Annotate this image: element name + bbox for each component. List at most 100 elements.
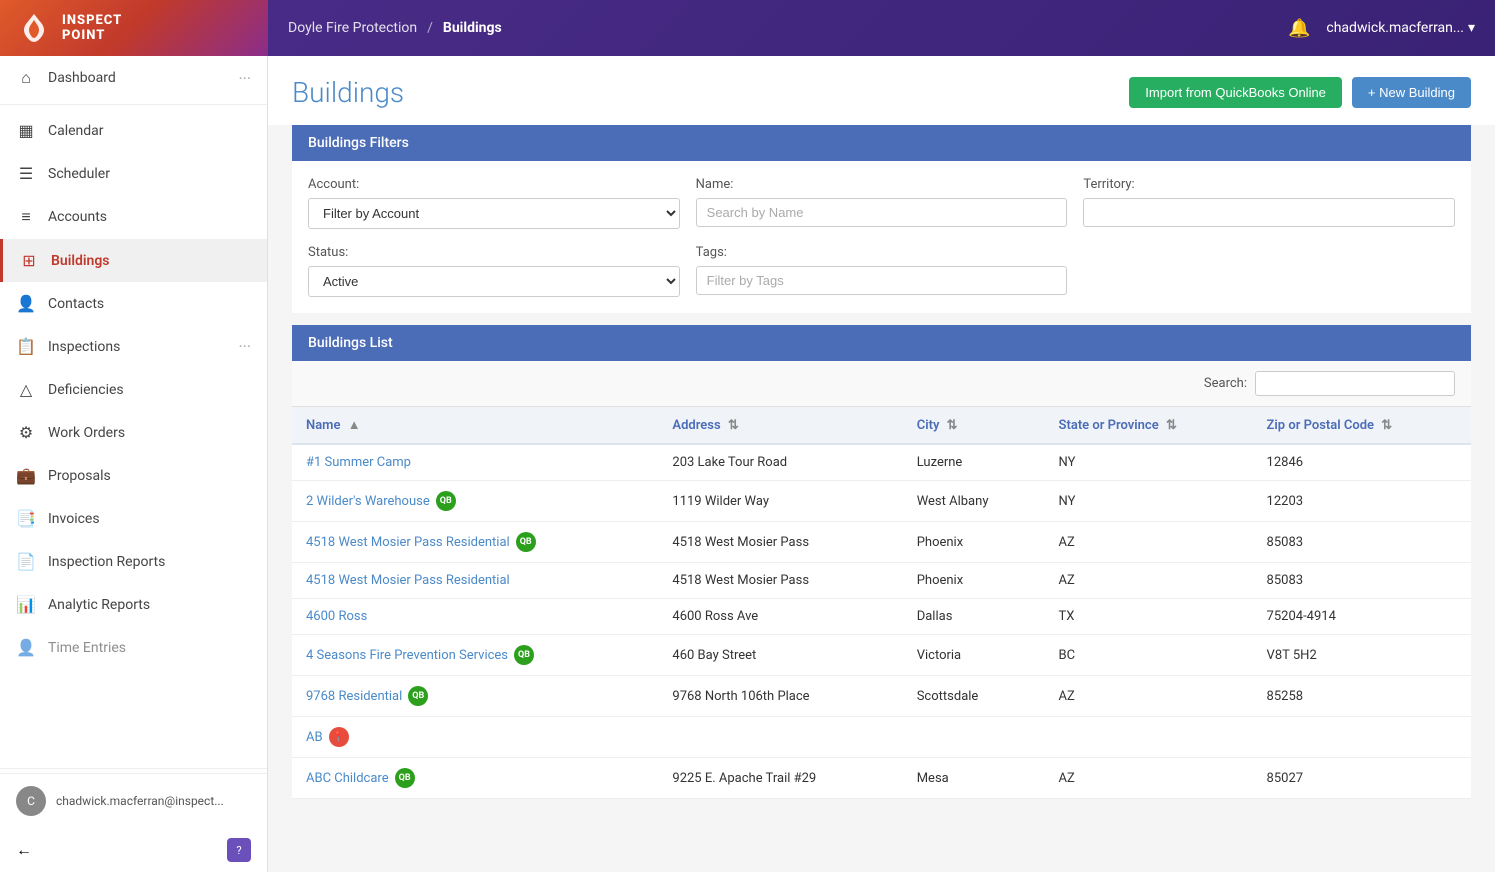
cell-zip xyxy=(1253,717,1471,758)
import-quickbooks-button[interactable]: Import from QuickBooks Online xyxy=(1129,77,1342,108)
sidebar-divider-bottom xyxy=(0,768,267,769)
sidebar-item-accounts[interactable]: ≡ Accounts xyxy=(0,195,267,239)
sidebar-item-label: Buildings xyxy=(51,253,251,269)
more-options-icon[interactable]: ··· xyxy=(238,337,251,356)
sidebar-item-label: Work Orders xyxy=(48,425,251,441)
sidebar-item-scheduler[interactable]: ☰ Scheduler xyxy=(0,152,267,195)
user-name: chadwick.macferran@inspect... xyxy=(56,794,224,808)
cell-name: 2 Wilder's Warehouse QB xyxy=(292,481,658,522)
avatar: C xyxy=(16,786,46,816)
table-row: #1 Summer Camp203 Lake Tour RoadLuzerneN… xyxy=(292,444,1471,481)
table-body: #1 Summer Camp203 Lake Tour RoadLuzerneN… xyxy=(292,444,1471,799)
scheduler-icon: ☰ xyxy=(16,164,36,183)
sort-icon: ⇅ xyxy=(947,418,958,433)
sidebar-item-inspections[interactable]: 📋 Inspections ··· xyxy=(0,325,267,368)
col-address[interactable]: Address ⇅ xyxy=(658,407,902,444)
page-title: Buildings xyxy=(292,76,404,109)
sidebar-item-workorders[interactable]: ⚙ Work Orders xyxy=(0,411,267,454)
help-button[interactable]: ? xyxy=(227,838,251,862)
sidebar-item-label: Time Entries xyxy=(48,640,251,656)
list-search-input[interactable] xyxy=(1255,371,1455,396)
sidebar-item-proposals[interactable]: 💼 Proposals xyxy=(0,454,267,497)
cell-state: AZ xyxy=(1045,676,1253,717)
breadcrumb-parent[interactable]: Doyle Fire Protection xyxy=(288,20,417,36)
sidebar-item-label: Accounts xyxy=(48,209,251,225)
breadcrumb-current: Buildings xyxy=(443,20,502,36)
building-name-link[interactable]: ABC Childcare xyxy=(306,771,389,786)
notification-bell-icon[interactable]: 🔔 xyxy=(1288,18,1310,39)
sidebar-item-buildings[interactable]: ⊞ Buildings xyxy=(0,239,267,282)
sidebar-user-profile[interactable]: C chadwick.macferran@inspect... xyxy=(0,773,267,828)
status-filter-select[interactable]: Active xyxy=(308,266,680,297)
cell-city: Scottsdale xyxy=(903,676,1045,717)
sidebar-item-time-entries[interactable]: 👤 Time Entries xyxy=(0,626,267,669)
building-name-link[interactable]: AB xyxy=(306,730,323,745)
cell-address: 1119 Wilder Way xyxy=(658,481,902,522)
sidebar-item-label: Inspections xyxy=(48,339,226,355)
tags-filter-input[interactable] xyxy=(696,266,1068,295)
cell-zip: 75204-4914 xyxy=(1253,599,1471,635)
back-icon[interactable]: ← xyxy=(16,840,32,860)
calendar-icon: ▦ xyxy=(16,121,36,140)
new-building-button[interactable]: + New Building xyxy=(1352,77,1471,108)
cell-city: Dallas xyxy=(903,599,1045,635)
sidebar-item-contacts[interactable]: 👤 Contacts xyxy=(0,282,267,325)
sidebar-item-analytic-reports[interactable]: 📊 Analytic Reports xyxy=(0,583,267,626)
building-name-link[interactable]: 4518 West Mosier Pass Residential xyxy=(306,573,510,588)
building-name-link[interactable]: 4518 West Mosier Pass Residential xyxy=(306,535,510,550)
table-row: 4518 West Mosier Pass ResidentialQB4518 … xyxy=(292,522,1471,563)
cell-address: 9225 E. Apache Trail #29 xyxy=(658,758,902,799)
col-name[interactable]: Name ▲ xyxy=(292,407,658,444)
col-zip[interactable]: Zip or Postal Code ⇅ xyxy=(1253,407,1471,444)
logo-area: INSPECT POINT xyxy=(0,0,268,56)
account-filter-label: Account: xyxy=(308,177,680,192)
filters-section-header: Buildings Filters xyxy=(292,125,1471,161)
buildings-table: Name ▲ Address ⇅ City ⇅ xyxy=(292,407,1471,799)
cell-address: 4600 Ross Ave xyxy=(658,599,902,635)
cell-zip: 12203 xyxy=(1253,481,1471,522)
quickbooks-badge: QB xyxy=(408,686,428,706)
cell-city: Phoenix xyxy=(903,522,1045,563)
col-city[interactable]: City ⇅ xyxy=(903,407,1045,444)
cell-state: NY xyxy=(1045,444,1253,481)
quickbooks-badge: QB xyxy=(516,532,536,552)
sidebar-item-dashboard[interactable]: ⌂ Dashboard ··· xyxy=(0,56,267,100)
table-row: 9768 ResidentialQB9768 North 106th Place… xyxy=(292,676,1471,717)
sort-icon: ⇅ xyxy=(728,418,739,433)
cell-name: #1 Summer Camp xyxy=(292,444,658,481)
filters-section: Buildings Filters Account: Filter by Acc… xyxy=(292,125,1471,313)
quickbooks-badge: QB xyxy=(436,491,456,511)
account-filter-select[interactable]: Filter by Account xyxy=(308,198,680,229)
territory-filter-input[interactable]: All xyxy=(1083,198,1455,227)
filters-panel: Account: Filter by Account Name: Territo… xyxy=(292,161,1471,313)
cell-address: 4518 West Mosier Pass xyxy=(658,563,902,599)
sidebar-item-inspection-reports[interactable]: 📄 Inspection Reports xyxy=(0,540,267,583)
sidebar-item-deficiencies[interactable]: △ Deficiencies xyxy=(0,368,267,411)
more-options-icon[interactable]: ··· xyxy=(238,69,251,88)
cell-zip: 85083 xyxy=(1253,563,1471,599)
cell-zip: 12846 xyxy=(1253,444,1471,481)
sidebar-item-invoices[interactable]: 📑 Invoices xyxy=(0,497,267,540)
cell-zip: V8T 5H2 xyxy=(1253,635,1471,676)
building-name-link[interactable]: 9768 Residential xyxy=(306,689,402,704)
search-label: Search: xyxy=(1204,376,1247,391)
cell-name: 4 Seasons Fire Prevention ServicesQB xyxy=(292,635,658,676)
cell-address xyxy=(658,717,902,758)
cell-city: Mesa xyxy=(903,758,1045,799)
main-layout: ⌂ Dashboard ··· ▦ Calendar ☰ Scheduler ≡… xyxy=(0,56,1495,872)
building-name-link[interactable]: 2 Wilder's Warehouse xyxy=(306,494,430,509)
building-name-link[interactable]: #1 Summer Camp xyxy=(306,455,411,470)
name-filter-input[interactable] xyxy=(696,198,1068,227)
proposals-icon: 💼 xyxy=(16,466,36,485)
user-menu[interactable]: chadwick.macferran... ▾ xyxy=(1326,20,1475,36)
cell-state: BC xyxy=(1045,635,1253,676)
cell-name: 9768 Residential QB xyxy=(292,676,658,717)
col-state[interactable]: State or Province ⇅ xyxy=(1045,407,1253,444)
building-name-link[interactable]: 4600 Ross xyxy=(306,609,367,624)
cell-name: ABC ChildcareQB xyxy=(292,758,658,799)
building-name-link[interactable]: 4 Seasons Fire Prevention Services xyxy=(306,648,508,663)
sidebar-item-calendar[interactable]: ▦ Calendar xyxy=(0,109,267,152)
content-body: Buildings Filters Account: Filter by Acc… xyxy=(268,125,1495,823)
cell-name: 4518 West Mosier Pass Residential xyxy=(292,563,658,599)
cell-state: AZ xyxy=(1045,522,1253,563)
